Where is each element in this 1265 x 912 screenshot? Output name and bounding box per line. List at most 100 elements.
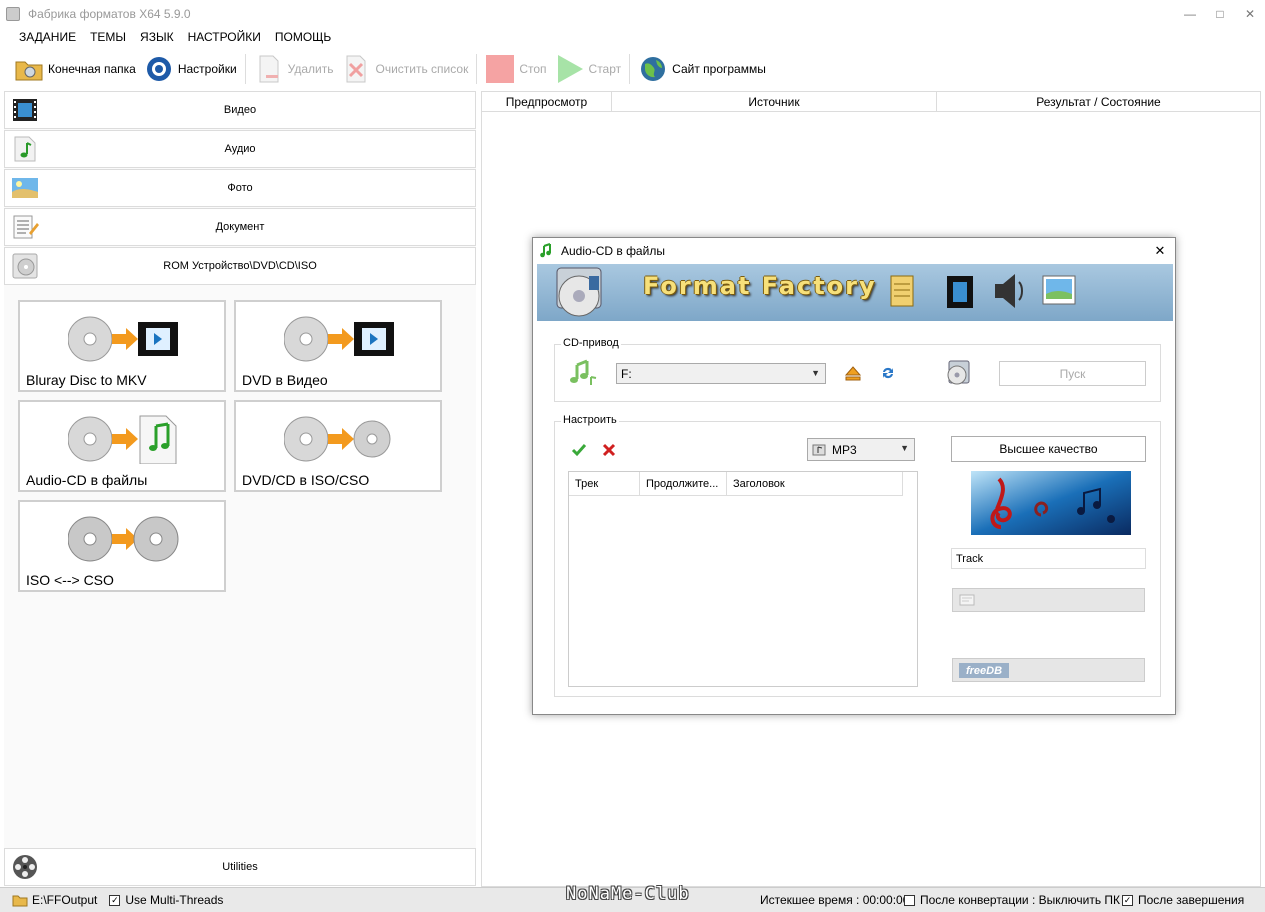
stop-label: Стоп bbox=[519, 62, 547, 76]
tile-bluray-to-mkv[interactable]: Bluray Disc to MKV bbox=[18, 300, 226, 392]
output-folder-label: Конечная папка bbox=[48, 62, 136, 76]
minimize-button[interactable]: — bbox=[1175, 0, 1205, 28]
tile-iso-cso[interactable]: ISO <--> CSO bbox=[18, 500, 226, 592]
track-name-value: Track bbox=[956, 552, 984, 565]
category-utilities-label: Utilities bbox=[222, 861, 258, 873]
toolbar-separator bbox=[629, 54, 631, 84]
delete-button[interactable]: Удалить bbox=[254, 52, 334, 86]
document-icon bbox=[11, 213, 39, 241]
website-button[interactable]: Сайт программы bbox=[638, 52, 766, 86]
start-rip-button[interactable]: Пуск bbox=[999, 361, 1146, 386]
dvd-to-video-icon bbox=[284, 316, 394, 362]
column-duration[interactable]: Продолжите... bbox=[640, 472, 727, 496]
multithreads-checkbox[interactable]: ✓ bbox=[109, 894, 121, 906]
edit-tags-button[interactable] bbox=[952, 588, 1145, 612]
column-preview[interactable]: Предпросмотр bbox=[482, 92, 612, 112]
tag-icon bbox=[959, 594, 975, 609]
menu-task[interactable]: ЗАДАНИЕ bbox=[12, 30, 83, 44]
delete-file-icon bbox=[254, 54, 284, 84]
tile-iso-cso-label: ISO <--> CSO bbox=[26, 572, 114, 588]
tile-bluray-label: Bluray Disc to MKV bbox=[26, 372, 147, 388]
eject-icon[interactable] bbox=[844, 365, 862, 384]
music-notes-icon bbox=[569, 359, 599, 392]
chevron-down-icon: ▼ bbox=[811, 368, 820, 378]
menu-language[interactable]: ЯЗЫК bbox=[133, 30, 181, 44]
document-stack-icon bbox=[890, 275, 914, 307]
maximize-button[interactable]: □ bbox=[1205, 0, 1235, 28]
app-icon bbox=[6, 7, 20, 21]
category-utilities[interactable]: Utilities bbox=[4, 848, 476, 886]
column-title[interactable]: Заголовок bbox=[727, 472, 903, 496]
gear-icon bbox=[144, 54, 174, 84]
category-photo[interactable]: Фото bbox=[4, 169, 476, 207]
dialog-close-icon[interactable]: ✕ bbox=[1151, 242, 1169, 260]
dialog-title-bar: Audio-CD в файлы bbox=[533, 238, 1175, 264]
cd-drive-select[interactable]: F: ▼ bbox=[616, 363, 826, 384]
audio-format-icon bbox=[812, 443, 828, 457]
stop-button[interactable]: Стоп bbox=[485, 52, 547, 86]
settings-group-label: Настроить bbox=[561, 414, 619, 426]
elapsed-time: Истекшее время : 00:00:00 bbox=[760, 893, 910, 907]
output-format-value: MP3 bbox=[832, 442, 857, 457]
freedb-button[interactable]: freeDB bbox=[952, 658, 1145, 682]
film-icon bbox=[11, 96, 39, 124]
column-source[interactable]: Источник bbox=[612, 92, 937, 112]
tile-dvd-to-video[interactable]: DVD в Видео bbox=[234, 300, 442, 392]
title-bar: Фабрика форматов X64 5.9.0 — □ ✕ bbox=[0, 0, 1265, 28]
window-title: Фабрика форматов X64 5.9.0 bbox=[28, 7, 191, 21]
music-artwork bbox=[971, 471, 1131, 535]
start-button[interactable]: Старт bbox=[555, 52, 621, 86]
category-rom[interactable]: ROM Устройство\DVD\CD\ISO bbox=[4, 247, 476, 285]
tile-dvd-to-iso[interactable]: DVD/CD в ISO/CSO bbox=[234, 400, 442, 492]
quality-button[interactable]: Высшее качество bbox=[951, 436, 1146, 462]
after-convert-checkbox[interactable] bbox=[904, 894, 915, 906]
track-name-field[interactable]: Track bbox=[951, 548, 1146, 569]
column-result-status[interactable]: Результат / Состояние bbox=[937, 92, 1260, 112]
menu-settings[interactable]: НАСТРОЙКИ bbox=[181, 30, 268, 44]
after-convert-label: После конвертации : Выключить ПК bbox=[920, 893, 1121, 907]
after-finish-checkbox[interactable]: ✓ bbox=[1122, 894, 1133, 906]
category-document[interactable]: Документ bbox=[4, 208, 476, 246]
freedb-logo: freeDB bbox=[959, 663, 1009, 678]
watermark: NoNaMe-Club bbox=[566, 884, 690, 904]
output-format-select[interactable]: MP3 ▼ bbox=[807, 438, 915, 461]
uncheck-all-icon[interactable] bbox=[601, 442, 617, 461]
refresh-icon[interactable] bbox=[880, 365, 896, 384]
tile-audio-cd-to-files[interactable]: Audio-CD в файлы bbox=[18, 400, 226, 492]
category-audio-label: Аудио bbox=[224, 143, 256, 155]
format-factory-banner: Format Factory bbox=[537, 264, 1173, 321]
clear-list-button[interactable]: Очистить список bbox=[341, 52, 468, 86]
picture-icon bbox=[1042, 275, 1076, 305]
menu-themes[interactable]: ТЕМЫ bbox=[83, 30, 133, 44]
settings-button[interactable]: Настройки bbox=[144, 52, 237, 86]
cd-drive-value: F: bbox=[621, 366, 632, 381]
output-folder-button[interactable]: Конечная папка bbox=[14, 52, 136, 86]
output-path[interactable]: E:\FFOutput bbox=[32, 893, 97, 907]
chevron-down-icon: ▼ bbox=[900, 443, 909, 453]
iso-to-cso-icon bbox=[68, 516, 179, 562]
category-video[interactable]: Видео bbox=[4, 91, 476, 129]
cd-drive-group-label: CD-привод bbox=[561, 337, 621, 349]
category-document-label: Документ bbox=[215, 221, 265, 233]
column-track[interactable]: Трек bbox=[569, 472, 640, 496]
check-all-icon[interactable] bbox=[571, 442, 587, 461]
category-audio[interactable]: Аудио bbox=[4, 130, 476, 168]
dvd-to-iso-icon bbox=[284, 416, 391, 462]
delete-label: Удалить bbox=[287, 62, 334, 76]
toolbar-separator bbox=[476, 54, 478, 84]
cd-drive-icon bbox=[943, 359, 973, 390]
category-video-label: Видео bbox=[223, 104, 257, 116]
music-note-icon bbox=[11, 135, 39, 163]
menu-help[interactable]: ПОМОЩЬ bbox=[268, 30, 338, 44]
music-notes-icon bbox=[539, 243, 555, 259]
clear-list-label: Очистить список bbox=[375, 62, 469, 76]
track-table[interactable]: Трек Продолжите... Заголовок bbox=[568, 471, 918, 687]
folder-icon[interactable] bbox=[12, 893, 28, 907]
globe-icon bbox=[638, 54, 668, 84]
menu-bar: ЗАДАНИЕ ТЕМЫ ЯЗЫК НАСТРОЙКИ ПОМОЩЬ bbox=[0, 28, 1265, 46]
after-finish-label: После завершения bbox=[1138, 893, 1245, 907]
stop-icon bbox=[485, 54, 515, 84]
disc-drive-icon bbox=[11, 252, 39, 280]
close-button[interactable]: ✕ bbox=[1235, 0, 1265, 28]
bluray-to-video-icon bbox=[68, 316, 178, 362]
